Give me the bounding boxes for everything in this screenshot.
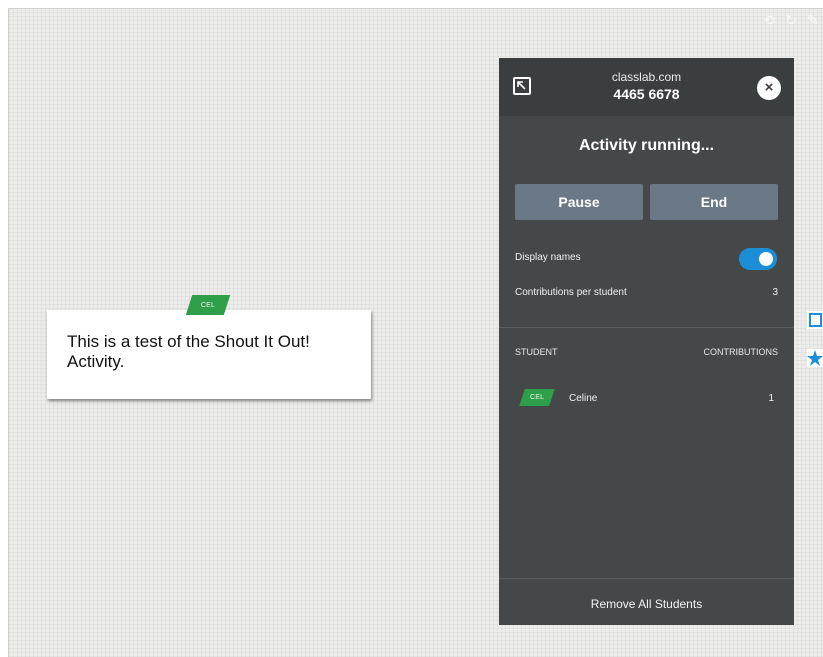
toggle-knob <box>759 252 773 266</box>
class-code: 4465 6678 <box>613 86 680 102</box>
host-address: classlab.com <box>611 70 682 84</box>
panel-header: classlab.com 4465 6678 × <box>499 58 794 116</box>
student-tag-label: CEL <box>529 394 545 401</box>
display-names-toggle[interactable] <box>739 248 777 270</box>
end-button[interactable]: End <box>650 184 778 220</box>
star-icon[interactable] <box>807 349 823 367</box>
student-contribution-count: 1 <box>768 393 774 404</box>
close-icon[interactable]: × <box>757 76 781 100</box>
pause-button[interactable]: Pause <box>515 184 643 220</box>
undo-icon[interactable]: ↻ <box>784 13 798 27</box>
student-name: Celine <box>569 393 598 404</box>
divider <box>499 578 794 579</box>
student-tag: CEL <box>519 389 555 406</box>
activity-panel: classlab.com 4465 6678 × Activity runnin… <box>499 58 794 625</box>
student-column-header: STUDENT <box>515 347 558 357</box>
note-text: This is a test of the Shout It Out! Acti… <box>67 332 310 371</box>
remove-all-students-button[interactable]: Remove All Students <box>499 597 794 611</box>
eraser-icon[interactable]: ⟲ <box>762 13 776 27</box>
student-tag-label: CEL <box>200 301 216 309</box>
divider <box>499 327 794 328</box>
contributions-per-student-value[interactable]: 3 <box>772 287 778 298</box>
contributions-column-header: CONTRIBUTIONS <box>703 347 778 357</box>
display-names-label: Display names <box>515 252 581 263</box>
student-tag: CEL <box>185 295 231 315</box>
whiteboard-icon[interactable] <box>807 311 823 329</box>
activity-status: Activity running... <box>578 137 715 154</box>
pen-icon[interactable]: ✎ <box>806 13 820 27</box>
contribution-note[interactable]: CEL This is a test of the Shout It Out! … <box>47 295 371 399</box>
contributions-per-student-label: Contributions per student <box>515 287 627 298</box>
top-toolbar: ⟲ ↻ ✎ <box>762 9 823 31</box>
